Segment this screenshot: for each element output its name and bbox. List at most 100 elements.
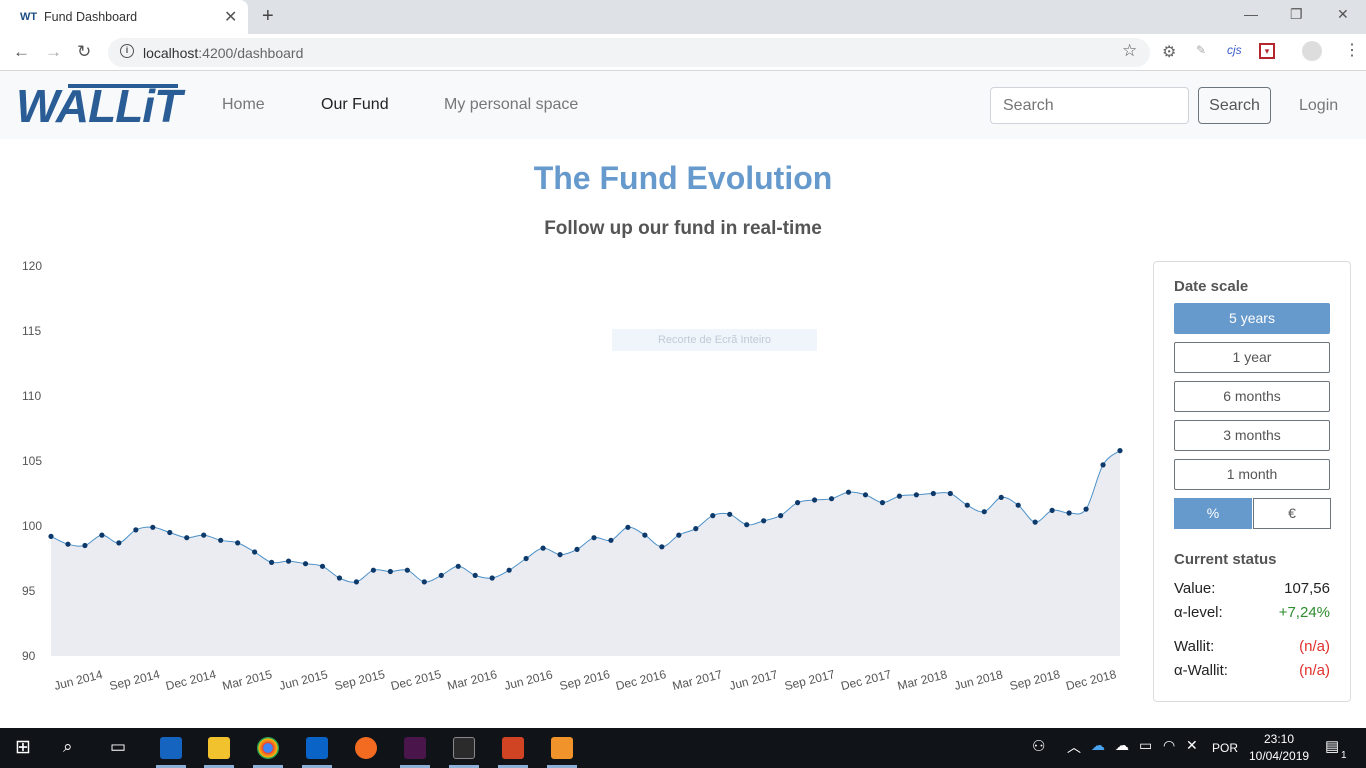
sublime-text-icon[interactable] xyxy=(551,737,573,759)
windows-start-icon[interactable]: ⊞ xyxy=(15,736,31,759)
notifications-icon[interactable]: ▤ xyxy=(1325,737,1339,755)
close-window-icon[interactable]: ✕ xyxy=(1337,6,1349,23)
data-point xyxy=(116,540,122,546)
profile-avatar[interactable] xyxy=(1302,41,1322,61)
scale-1-month-button[interactable]: 1 month xyxy=(1174,459,1330,490)
tab-title: Fund Dashboard xyxy=(44,10,138,24)
browser-menu-icon[interactable]: ⋮ xyxy=(1344,40,1360,60)
nav-link-home[interactable]: Home xyxy=(222,96,265,114)
tab-close-icon[interactable]: ✕ xyxy=(224,7,237,27)
nav-link-personal-space[interactable]: My personal space xyxy=(444,96,578,114)
outlook-icon[interactable] xyxy=(306,737,328,759)
wallit-logo[interactable]: WALLiT xyxy=(16,79,182,133)
data-point xyxy=(981,509,987,515)
terminal-icon[interactable] xyxy=(453,737,475,759)
fund-evolution-chart: 9095100105110115120Jun 2014 Sep 2014 Dec 2… xyxy=(22,259,1123,693)
minimize-icon[interactable]: — xyxy=(1244,6,1258,22)
unit-euro-button[interactable]: € xyxy=(1253,498,1331,529)
extension-cjs-icon[interactable]: cjs xyxy=(1227,43,1242,57)
clock-time[interactable]: 23:10 xyxy=(1264,732,1294,746)
y-tick-label: 95 xyxy=(22,584,36,598)
data-point xyxy=(302,561,309,567)
data-point xyxy=(285,558,292,564)
current-status-heading: Current status xyxy=(1174,551,1277,568)
page-subtitle: Follow up our fund in real-time xyxy=(544,218,822,239)
data-point xyxy=(421,579,427,585)
data-point xyxy=(472,572,478,578)
x-tick-label: Mar 2017 xyxy=(671,667,724,693)
x-tick-label: Jun 2016 xyxy=(503,667,555,693)
data-point xyxy=(489,575,495,581)
data-point xyxy=(133,527,139,533)
bookmark-star-icon[interactable]: ☆ xyxy=(1122,41,1137,61)
chrome-icon[interactable] xyxy=(257,737,279,759)
slack-icon[interactable] xyxy=(404,737,426,759)
x-tick-label: Mar 2018 xyxy=(896,667,949,693)
app-orange-icon[interactable] xyxy=(355,737,377,759)
scale-1-year-button[interactable]: 1 year xyxy=(1174,342,1330,373)
nav-link-our-fund[interactable]: Our Fund xyxy=(321,96,389,114)
onedrive-icon[interactable]: ☁ xyxy=(1091,737,1105,754)
tray-chevron-up-icon[interactable]: ︿ xyxy=(1067,737,1081,757)
data-point xyxy=(235,540,241,546)
search-button[interactable]: Search xyxy=(1198,87,1271,124)
data-point xyxy=(218,537,224,543)
alpha-wallit-value: (n/a) xyxy=(1299,662,1330,679)
people-icon[interactable]: ⚇ xyxy=(1032,737,1045,755)
clock-date[interactable]: 10/04/2019 xyxy=(1249,749,1309,763)
data-point xyxy=(557,552,563,558)
search-input[interactable] xyxy=(990,87,1189,124)
alpha-level-value: +7,24% xyxy=(1278,604,1330,621)
x-tick-label: Sep 2016 xyxy=(558,667,612,693)
cloud-icon[interactable]: ☁ xyxy=(1115,737,1129,754)
forward-icon[interactable]: → xyxy=(45,42,62,62)
data-point xyxy=(167,529,173,536)
language-indicator[interactable]: POR xyxy=(1212,741,1238,755)
y-tick-label: 115 xyxy=(22,324,41,338)
y-tick-label: 120 xyxy=(22,259,42,273)
browser-tab[interactable]: WT Fund Dashboard ✕ xyxy=(0,0,248,34)
y-tick-label: 90 xyxy=(22,649,36,663)
data-point xyxy=(1117,448,1123,454)
data-point xyxy=(608,537,614,543)
data-point xyxy=(693,526,699,532)
reload-icon[interactable]: ↻ xyxy=(77,42,91,62)
scale-5-years-button[interactable]: 5 years xyxy=(1174,303,1330,334)
data-point xyxy=(744,522,750,528)
powerpoint-icon[interactable] xyxy=(502,737,524,759)
data-point xyxy=(913,492,919,498)
new-tab-button[interactable]: + xyxy=(262,5,274,28)
back-icon[interactable]: ← xyxy=(13,42,30,62)
url-text[interactable]: localhost:4200/dashboard xyxy=(143,45,303,61)
data-point xyxy=(523,555,529,562)
search-icon[interactable]: ⌕ xyxy=(63,737,73,757)
data-point xyxy=(947,490,953,497)
data-point xyxy=(676,532,682,538)
file-explorer-icon[interactable] xyxy=(208,737,230,759)
volume-muted-icon[interactable]: ✕ xyxy=(1186,737,1198,754)
scale-3-months-button[interactable]: 3 months xyxy=(1174,420,1330,451)
wifi-icon[interactable]: ◠ xyxy=(1163,737,1175,754)
control-panel: Date scale 5 years 1 year 6 months 3 mon… xyxy=(1153,261,1351,702)
x-tick-label: Mar 2016 xyxy=(446,667,499,693)
edge-browser-icon[interactable] xyxy=(160,737,182,759)
address-bar[interactable]: i localhost:4200/dashboard ☆ xyxy=(108,38,1150,67)
extension-gear-icon[interactable]: ⚙ xyxy=(1162,42,1176,62)
login-link[interactable]: Login xyxy=(1299,97,1338,115)
restore-icon[interactable]: ❐ xyxy=(1290,6,1303,23)
info-icon[interactable]: i xyxy=(120,44,134,58)
data-point xyxy=(879,500,886,506)
unit-percent-button[interactable]: % xyxy=(1174,498,1252,529)
extension-shield-icon[interactable]: ▾ xyxy=(1259,43,1275,59)
data-point xyxy=(845,489,852,495)
scale-6-months-button[interactable]: 6 months xyxy=(1174,381,1330,412)
extension-feather-icon[interactable]: ✎ xyxy=(1196,43,1206,57)
task-view-icon[interactable]: ▭ xyxy=(110,737,126,757)
notification-count: 1 xyxy=(1341,750,1347,761)
x-tick-label: Jun 2014 xyxy=(53,667,105,693)
wallit-value: (n/a) xyxy=(1299,638,1330,655)
battery-icon[interactable]: ▭ xyxy=(1139,737,1152,754)
data-point xyxy=(201,532,207,538)
data-point xyxy=(1066,510,1072,516)
browser-tab-bar: WT Fund Dashboard ✕ + — ❐ ✕ xyxy=(0,0,1366,34)
